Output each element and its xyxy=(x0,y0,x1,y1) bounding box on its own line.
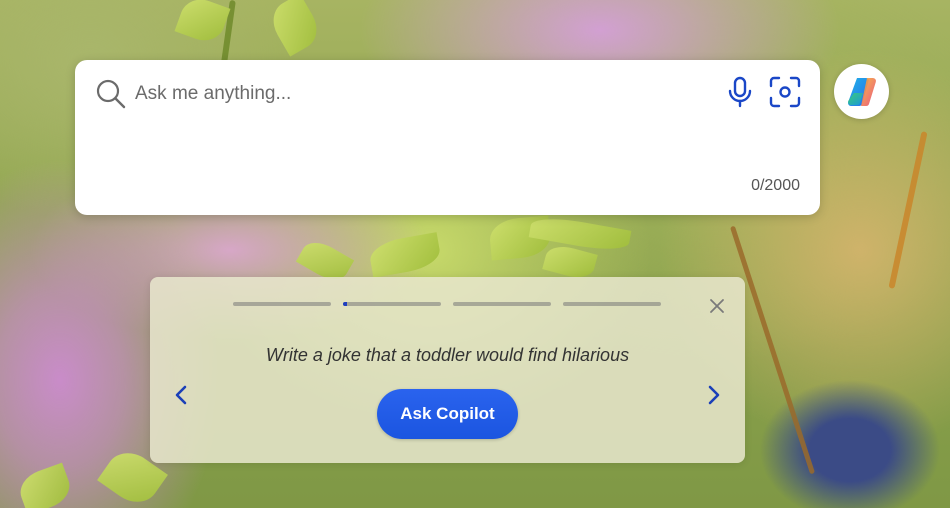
progress-step xyxy=(563,302,661,306)
suggestion-progress xyxy=(233,302,661,306)
next-suggestion-button[interactable] xyxy=(702,381,726,409)
chevron-left-icon xyxy=(175,385,187,405)
copilot-button[interactable] xyxy=(834,64,889,119)
microphone-button[interactable] xyxy=(723,74,757,110)
copilot-logo-icon xyxy=(847,77,876,106)
visual-search-icon xyxy=(769,76,801,108)
suggestion-panel: Write a joke that a toddler would find h… xyxy=(150,277,745,463)
suggestion-text: Write a joke that a toddler would find h… xyxy=(265,345,630,365)
close-button[interactable] xyxy=(706,295,728,317)
progress-step-current xyxy=(343,302,441,306)
progress-fill xyxy=(343,302,347,306)
chevron-right-icon xyxy=(708,385,720,405)
microphone-icon xyxy=(728,76,752,108)
progress-step xyxy=(233,302,331,306)
search-input[interactable] xyxy=(135,78,695,110)
search-box: 0/2000 xyxy=(75,60,820,215)
progress-step xyxy=(453,302,551,306)
close-icon xyxy=(710,299,724,313)
visual-search-button[interactable] xyxy=(767,74,803,110)
ask-copilot-button[interactable]: Ask Copilot xyxy=(377,389,518,439)
search-icon xyxy=(95,78,127,110)
previous-suggestion-button[interactable] xyxy=(169,381,193,409)
character-counter: 0/2000 xyxy=(751,177,800,194)
